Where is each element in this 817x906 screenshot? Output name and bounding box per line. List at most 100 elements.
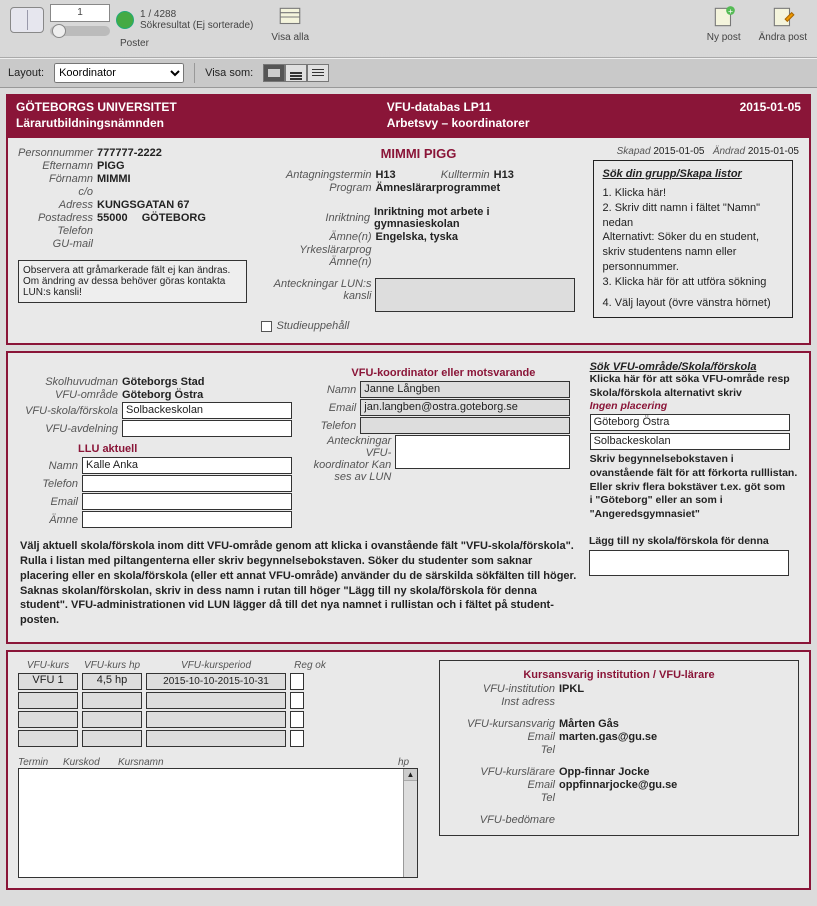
- llu-email-input[interactable]: [82, 493, 292, 510]
- inst-label: VFU-institution: [450, 683, 555, 695]
- amnen-value: Engelska, tyska: [375, 231, 458, 243]
- sokgrupp-box: Sök din grupp/Skapa listor 1. Klicka här…: [593, 160, 793, 318]
- inst-title: Kursansvarig institution / VFU-lärare: [450, 669, 788, 681]
- address-value: KUNGSGATAN 67: [97, 199, 190, 211]
- anteck-box: [375, 278, 575, 312]
- studie-label: Studieuppehåll: [276, 320, 349, 332]
- view-list-button[interactable]: [285, 64, 307, 82]
- studie-check[interactable]: [261, 321, 272, 332]
- llu-amne-input[interactable]: [82, 511, 292, 528]
- avd-label: VFU-avdelning: [18, 423, 118, 435]
- th-kurskod: Kurskod: [63, 757, 108, 768]
- skola-input[interactable]: Solbackeskolan: [122, 402, 292, 419]
- program-details: MIMMI PIGG Antagningstermin H13 Kulltermi…: [261, 146, 575, 333]
- pnr-value: 777777-2222: [97, 147, 162, 159]
- th-period: VFU-kursperiod: [146, 660, 286, 671]
- svg-text:+: +: [728, 6, 733, 16]
- sokomrade-title: Sök VFU-område/Skola/förskola: [590, 361, 799, 373]
- th-termin: Termin: [18, 757, 53, 768]
- anteck-label: Anteckningar LUN:s kansli: [261, 278, 371, 302]
- sokgrupp-l1[interactable]: 1. Klicka här!: [602, 186, 784, 201]
- c-r1c4[interactable]: [290, 673, 304, 690]
- bed-label: VFU-bedömare: [450, 814, 555, 826]
- skola-label: VFU-skola/förskola: [18, 405, 118, 417]
- th-hp: VFU-kurs hp: [82, 660, 142, 671]
- placement-panel: SkolhuvudmanGöteborgs Stad VFU-områdeGöt…: [6, 351, 811, 644]
- kull-value: H13: [494, 169, 514, 181]
- llu-tel-label: Telefon: [18, 478, 78, 490]
- kull-label: Kulltermin: [420, 169, 490, 181]
- scroll-up-icon[interactable]: ▲: [404, 769, 417, 781]
- lar-value: Opp-finnar Jocke: [559, 766, 649, 778]
- sokomrade-f1[interactable]: Göteborg Östra: [590, 414, 790, 431]
- andrad-label: Ändrad: [713, 146, 745, 157]
- pnr-label: Personnummer: [18, 147, 93, 159]
- sokomrade-f2[interactable]: Solbackeskolan: [590, 433, 790, 450]
- record-number-input[interactable]: 1: [50, 4, 110, 22]
- header-date: 2015-01-05: [740, 100, 801, 114]
- view-table-button[interactable]: [307, 64, 329, 82]
- show-all-icon: [277, 4, 303, 30]
- sokomrade-block: Sök VFU-område/Skola/förskola Klicka här…: [590, 361, 799, 529]
- placement-instructions: Välj aktuell skola/förskola inom ditt VF…: [18, 535, 579, 632]
- llu-namn-label: Namn: [18, 460, 78, 472]
- koord-namn: Janne Långben: [360, 381, 570, 398]
- sokomrade-p1: Klicka här för att söka VFU-område resp …: [590, 373, 799, 400]
- th-kurs: VFU-kurs: [18, 660, 78, 671]
- show-all-group[interactable]: Visa alla: [271, 4, 309, 43]
- record-book-icon[interactable]: [10, 7, 44, 33]
- view-form-button[interactable]: [263, 64, 285, 82]
- c-r1c2: 4,5 hp: [82, 673, 142, 690]
- course-left: VFU-kurs VFU-kurs hp VFU-kursperiod Reg …: [18, 660, 418, 878]
- add-school-input[interactable]: [589, 550, 789, 576]
- add-school-label: Lägg till ny skola/förskola för denna: [589, 535, 799, 547]
- avd-input[interactable]: [122, 420, 292, 437]
- huvud-value: Göteborgs Stad: [122, 376, 205, 388]
- header-board: Lärarutbildningsnämnden: [16, 116, 177, 130]
- gumail-label: GU-mail: [18, 238, 93, 250]
- koord-tel: [360, 417, 570, 434]
- program-value: Ämneslärarprogrammet: [375, 182, 500, 194]
- inst-value: IPKL: [559, 683, 584, 695]
- lar-email-label: Email: [450, 779, 555, 791]
- sokgrupp-l3[interactable]: 3. Klicka här för att utföra sökning: [602, 275, 784, 290]
- layout-select[interactable]: Koordinator: [54, 63, 184, 83]
- edit-post-group[interactable]: Ändra post: [759, 4, 807, 43]
- koord-ant-input[interactable]: [395, 435, 570, 469]
- ansv-email-value: marten.gas@gu.se: [559, 731, 657, 743]
- llu-namn-input[interactable]: Kalle Anka: [82, 457, 292, 474]
- found-set-pie-icon[interactable]: [116, 11, 134, 29]
- co-label: c/o: [18, 186, 93, 198]
- new-post-icon: +: [711, 4, 737, 30]
- ansv-label: VFU-kursansvarig: [450, 718, 555, 730]
- content-area: GÖTEBORGS UNIVERSITET Lärarutbildningsnä…: [0, 88, 817, 906]
- llu-amne-label: Ämne: [18, 514, 78, 526]
- sokgrupp-title: Sök din grupp/Skapa listor: [602, 167, 784, 182]
- new-post-label: Ny post: [707, 32, 741, 43]
- huvud-label: Skolhuvudman: [18, 376, 118, 388]
- new-post-group[interactable]: + Ny post: [707, 4, 741, 43]
- course-panel: VFU-kurs VFU-kurs hp VFU-kursperiod Reg …: [6, 650, 811, 890]
- sokgrupp-l2b: Alternativt: Söker du en student, skriv …: [602, 230, 784, 275]
- edit-post-icon: [770, 4, 796, 30]
- header-uni: GÖTEBORGS UNIVERSITET: [16, 100, 177, 114]
- address-label: Adress: [18, 199, 93, 211]
- record-slider[interactable]: [50, 26, 110, 36]
- person-title: MIMMI PIGG: [381, 146, 457, 161]
- c-r1c3: 2015-10-10-2015-10-31: [146, 673, 286, 690]
- listbox-scrollbar[interactable]: ▲: [403, 769, 417, 877]
- antag-label: Antagningstermin: [261, 169, 371, 181]
- program-label: Program: [261, 182, 371, 194]
- sokomrade-p3: i "Göteborg" eller an som i "Angeredsgym…: [590, 494, 799, 521]
- phone-label: Telefon: [18, 225, 93, 237]
- koord-title: VFU-koordinator eller motsvarande: [311, 367, 575, 379]
- show-all-label: Visa alla: [271, 32, 309, 43]
- person-panel: Personnummer777777-2222 EfternamnPIGG Fö…: [6, 136, 811, 345]
- view-label: Visa som:: [205, 67, 253, 79]
- koord-namn-label: Namn: [311, 384, 356, 396]
- course-listbox[interactable]: ▲: [18, 768, 418, 878]
- yrk-label: Yrkeslärarprog Ämne(n): [261, 244, 371, 268]
- placement-left: SkolhuvudmanGöteborgs Stad VFU-områdeGöt…: [18, 361, 297, 529]
- llu-tel-input[interactable]: [82, 475, 292, 492]
- sokgrupp-l2: 2. Skriv ditt namn i fältet "Namn" nedan: [602, 201, 784, 231]
